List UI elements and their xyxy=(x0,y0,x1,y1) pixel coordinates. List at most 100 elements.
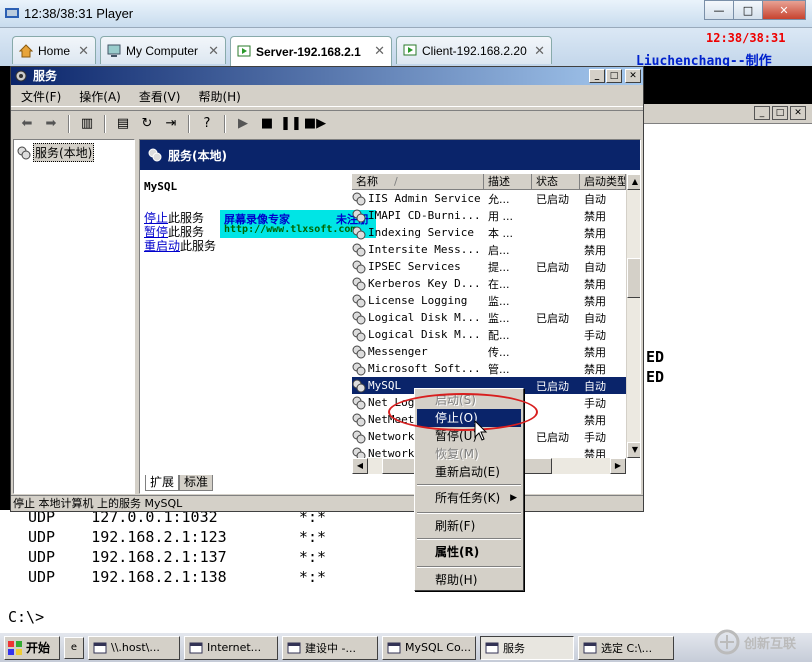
context-menu-item[interactable]: 重新启动(E) xyxy=(417,463,521,481)
menu-separator xyxy=(417,538,521,540)
context-menu-item[interactable]: 属性(R) xyxy=(417,543,521,561)
service-row[interactable]: Kerberos Key D... 在... 禁用 xyxy=(352,275,626,292)
tab-client-close-icon[interactable]: ✕ xyxy=(534,43,545,59)
background-close-icon[interactable]: ✕ xyxy=(790,106,806,120)
taskbar-button[interactable]: 服务 xyxy=(480,635,574,660)
service-row[interactable]: IMAPI CD-Burni... 用 ... 禁用 xyxy=(352,207,626,224)
column-description[interactable]: 描述 xyxy=(484,174,532,190)
refresh-icon[interactable]: ↻ xyxy=(137,114,157,134)
tab-server-close-icon[interactable]: ✕ xyxy=(374,43,385,59)
service-startup-type: 禁用 xyxy=(584,226,606,240)
context-menu-item[interactable]: 所有任务(K) ▶ xyxy=(417,489,521,507)
tab-standard[interactable]: 标准 xyxy=(179,475,214,491)
cmd-line: UDP 192.168.2.1:123 *:* xyxy=(28,528,327,546)
start-button[interactable]: 开始 xyxy=(4,635,60,660)
service-row[interactable]: Microsoft Soft... 管... 禁用 xyxy=(352,360,626,377)
stop-service-icon[interactable]: ■ xyxy=(257,114,277,134)
view-tabs: 扩展 标准 xyxy=(145,475,214,493)
restart-service-icon[interactable]: ■▶ xyxy=(304,114,326,134)
scroll-down-icon[interactable]: ▼ xyxy=(627,442,640,458)
taskbar-button[interactable]: 建设中 -... xyxy=(282,635,378,660)
scroll-left-icon[interactable]: ◀ xyxy=(352,458,368,474)
column-status[interactable]: 状态 xyxy=(532,174,580,190)
forward-arrow-icon[interactable]: ➡ xyxy=(41,114,61,134)
player-title: 12:38/38:31 Player xyxy=(24,6,134,21)
context-menu-item[interactable]: 恢复(M) xyxy=(417,445,521,463)
scroll-up-icon[interactable]: ▲ xyxy=(627,174,640,190)
start-service-icon[interactable]: ▶ xyxy=(233,114,253,134)
service-row[interactable]: Logical Disk M... 配... 手动 xyxy=(352,326,626,343)
tab-home[interactable]: Home ✕ xyxy=(12,36,96,64)
service-name: Messenger xyxy=(368,345,428,358)
restart-service-link[interactable]: 重启动 xyxy=(144,239,180,253)
player-app-icon xyxy=(5,8,19,18)
service-row[interactable]: Indexing Service 本 ... 禁用 xyxy=(352,224,626,241)
tab-server[interactable]: Server-192.168.2.1 ✕ xyxy=(230,36,392,66)
tab-my-computer[interactable]: My Computer ✕ xyxy=(100,36,226,64)
scroll-right-icon[interactable]: ▶ xyxy=(610,458,626,474)
service-row[interactable]: IIS Admin Service 允... 已启动 自动 xyxy=(352,190,626,207)
service-name: License Logging xyxy=(368,294,468,307)
service-startup-type: 禁用 xyxy=(584,277,606,291)
service-gear-icon xyxy=(352,430,366,443)
column-startup-type[interactable]: 启动类型 xyxy=(580,174,626,190)
export-list-icon[interactable]: ⇥ xyxy=(161,114,181,134)
service-gear-icon xyxy=(352,362,366,375)
quicklaunch-ie-icon[interactable]: e xyxy=(64,636,84,659)
background-minimize-icon[interactable]: _ xyxy=(754,106,770,120)
background-maximize-icon[interactable]: □ xyxy=(772,106,788,120)
player-restore-button[interactable]: □ xyxy=(733,0,763,20)
back-arrow-icon[interactable]: ⬅ xyxy=(17,114,37,134)
tab-my-computer-close-icon[interactable]: ✕ xyxy=(208,43,219,59)
pause-service-icon[interactable]: ❚❚ xyxy=(280,114,302,134)
taskbar-button[interactable]: 选定 C:\... xyxy=(578,635,674,660)
service-row[interactable]: Intersite Mess... 启... 禁用 xyxy=(352,241,626,258)
status-bar: 停止 本地计算机 上的服务 MySQL xyxy=(11,495,643,511)
service-description: 管... xyxy=(488,362,510,376)
taskbar-button[interactable]: MySQL Co... xyxy=(382,635,476,660)
menu-file[interactable]: 文件(F) xyxy=(21,88,61,105)
pause-service-link[interactable]: 暂停 xyxy=(144,225,168,239)
task-window-icon xyxy=(189,642,203,653)
service-row[interactable]: IPSEC Services 提... 已启动 自动 xyxy=(352,258,626,275)
service-row[interactable]: License Logging 监... 禁用 xyxy=(352,292,626,309)
help-icon[interactable]: ? xyxy=(197,114,217,134)
context-menu-item[interactable]: 刷新(F) xyxy=(417,517,521,535)
list-vertical-scrollbar[interactable]: ▲ ▼ xyxy=(626,174,640,458)
tab-extended[interactable]: 扩展 xyxy=(145,475,180,491)
service-row[interactable]: Messenger 传... 禁用 xyxy=(352,343,626,360)
menu-action[interactable]: 操作(A) xyxy=(79,88,121,105)
player-minimize-button[interactable]: — xyxy=(704,0,734,20)
service-gear-icon xyxy=(352,396,366,409)
taskbar-button[interactable]: \\.host\... xyxy=(88,635,180,660)
service-name: Logical Disk M... xyxy=(368,311,481,324)
service-description: 本 ... xyxy=(488,226,513,240)
context-menu-item[interactable]: 帮助(H) xyxy=(417,571,521,589)
scroll-thumb[interactable] xyxy=(627,258,640,298)
show-tree-icon[interactable]: ▥ xyxy=(77,114,97,134)
services-maximize-button[interactable]: □ xyxy=(606,69,622,83)
services-menubar: 文件(F) 操作(A) 查看(V) 帮助(H) xyxy=(11,87,643,107)
service-row[interactable]: Logical Disk M... 监... 已启动 自动 xyxy=(352,309,626,326)
taskbar: 开始 e \\.host\... Internet... 建设中 -... MySQL… xyxy=(0,632,812,662)
recording-clock: 12:38/38:31 xyxy=(706,31,786,45)
services-close-button[interactable]: ✕ xyxy=(625,69,641,83)
column-name[interactable]: 名称 / xyxy=(352,174,484,190)
cmd-prompt[interactable]: C:\> xyxy=(8,608,44,626)
tab-home-close-icon[interactable]: ✕ xyxy=(78,43,89,59)
menu-view[interactable]: 查看(V) xyxy=(139,88,181,105)
task-window-icon xyxy=(287,642,301,653)
service-description: 传... xyxy=(488,345,510,359)
menu-help[interactable]: 帮助(H) xyxy=(198,88,240,105)
cmd-console: UDP 127.0.0.1:1032 *:* UDP 192.168.2.1:1… xyxy=(0,508,812,632)
service-description: 提... xyxy=(488,260,510,274)
services-minimize-button[interactable]: _ xyxy=(589,69,605,83)
list-header: 名称 / 描述 状态 启动类型 xyxy=(352,174,626,190)
tree-node-services-local[interactable]: 服务(本地) xyxy=(17,143,95,162)
taskbar-button[interactable]: Internet... xyxy=(184,635,278,660)
properties-icon[interactable]: ▤ xyxy=(113,114,133,134)
brand-logo-icon xyxy=(714,629,740,655)
player-close-button[interactable]: ✕ xyxy=(762,0,806,20)
tab-client[interactable]: Client-192.168.2.20 ✕ xyxy=(396,36,552,64)
stop-service-link[interactable]: 停止 xyxy=(144,211,168,225)
